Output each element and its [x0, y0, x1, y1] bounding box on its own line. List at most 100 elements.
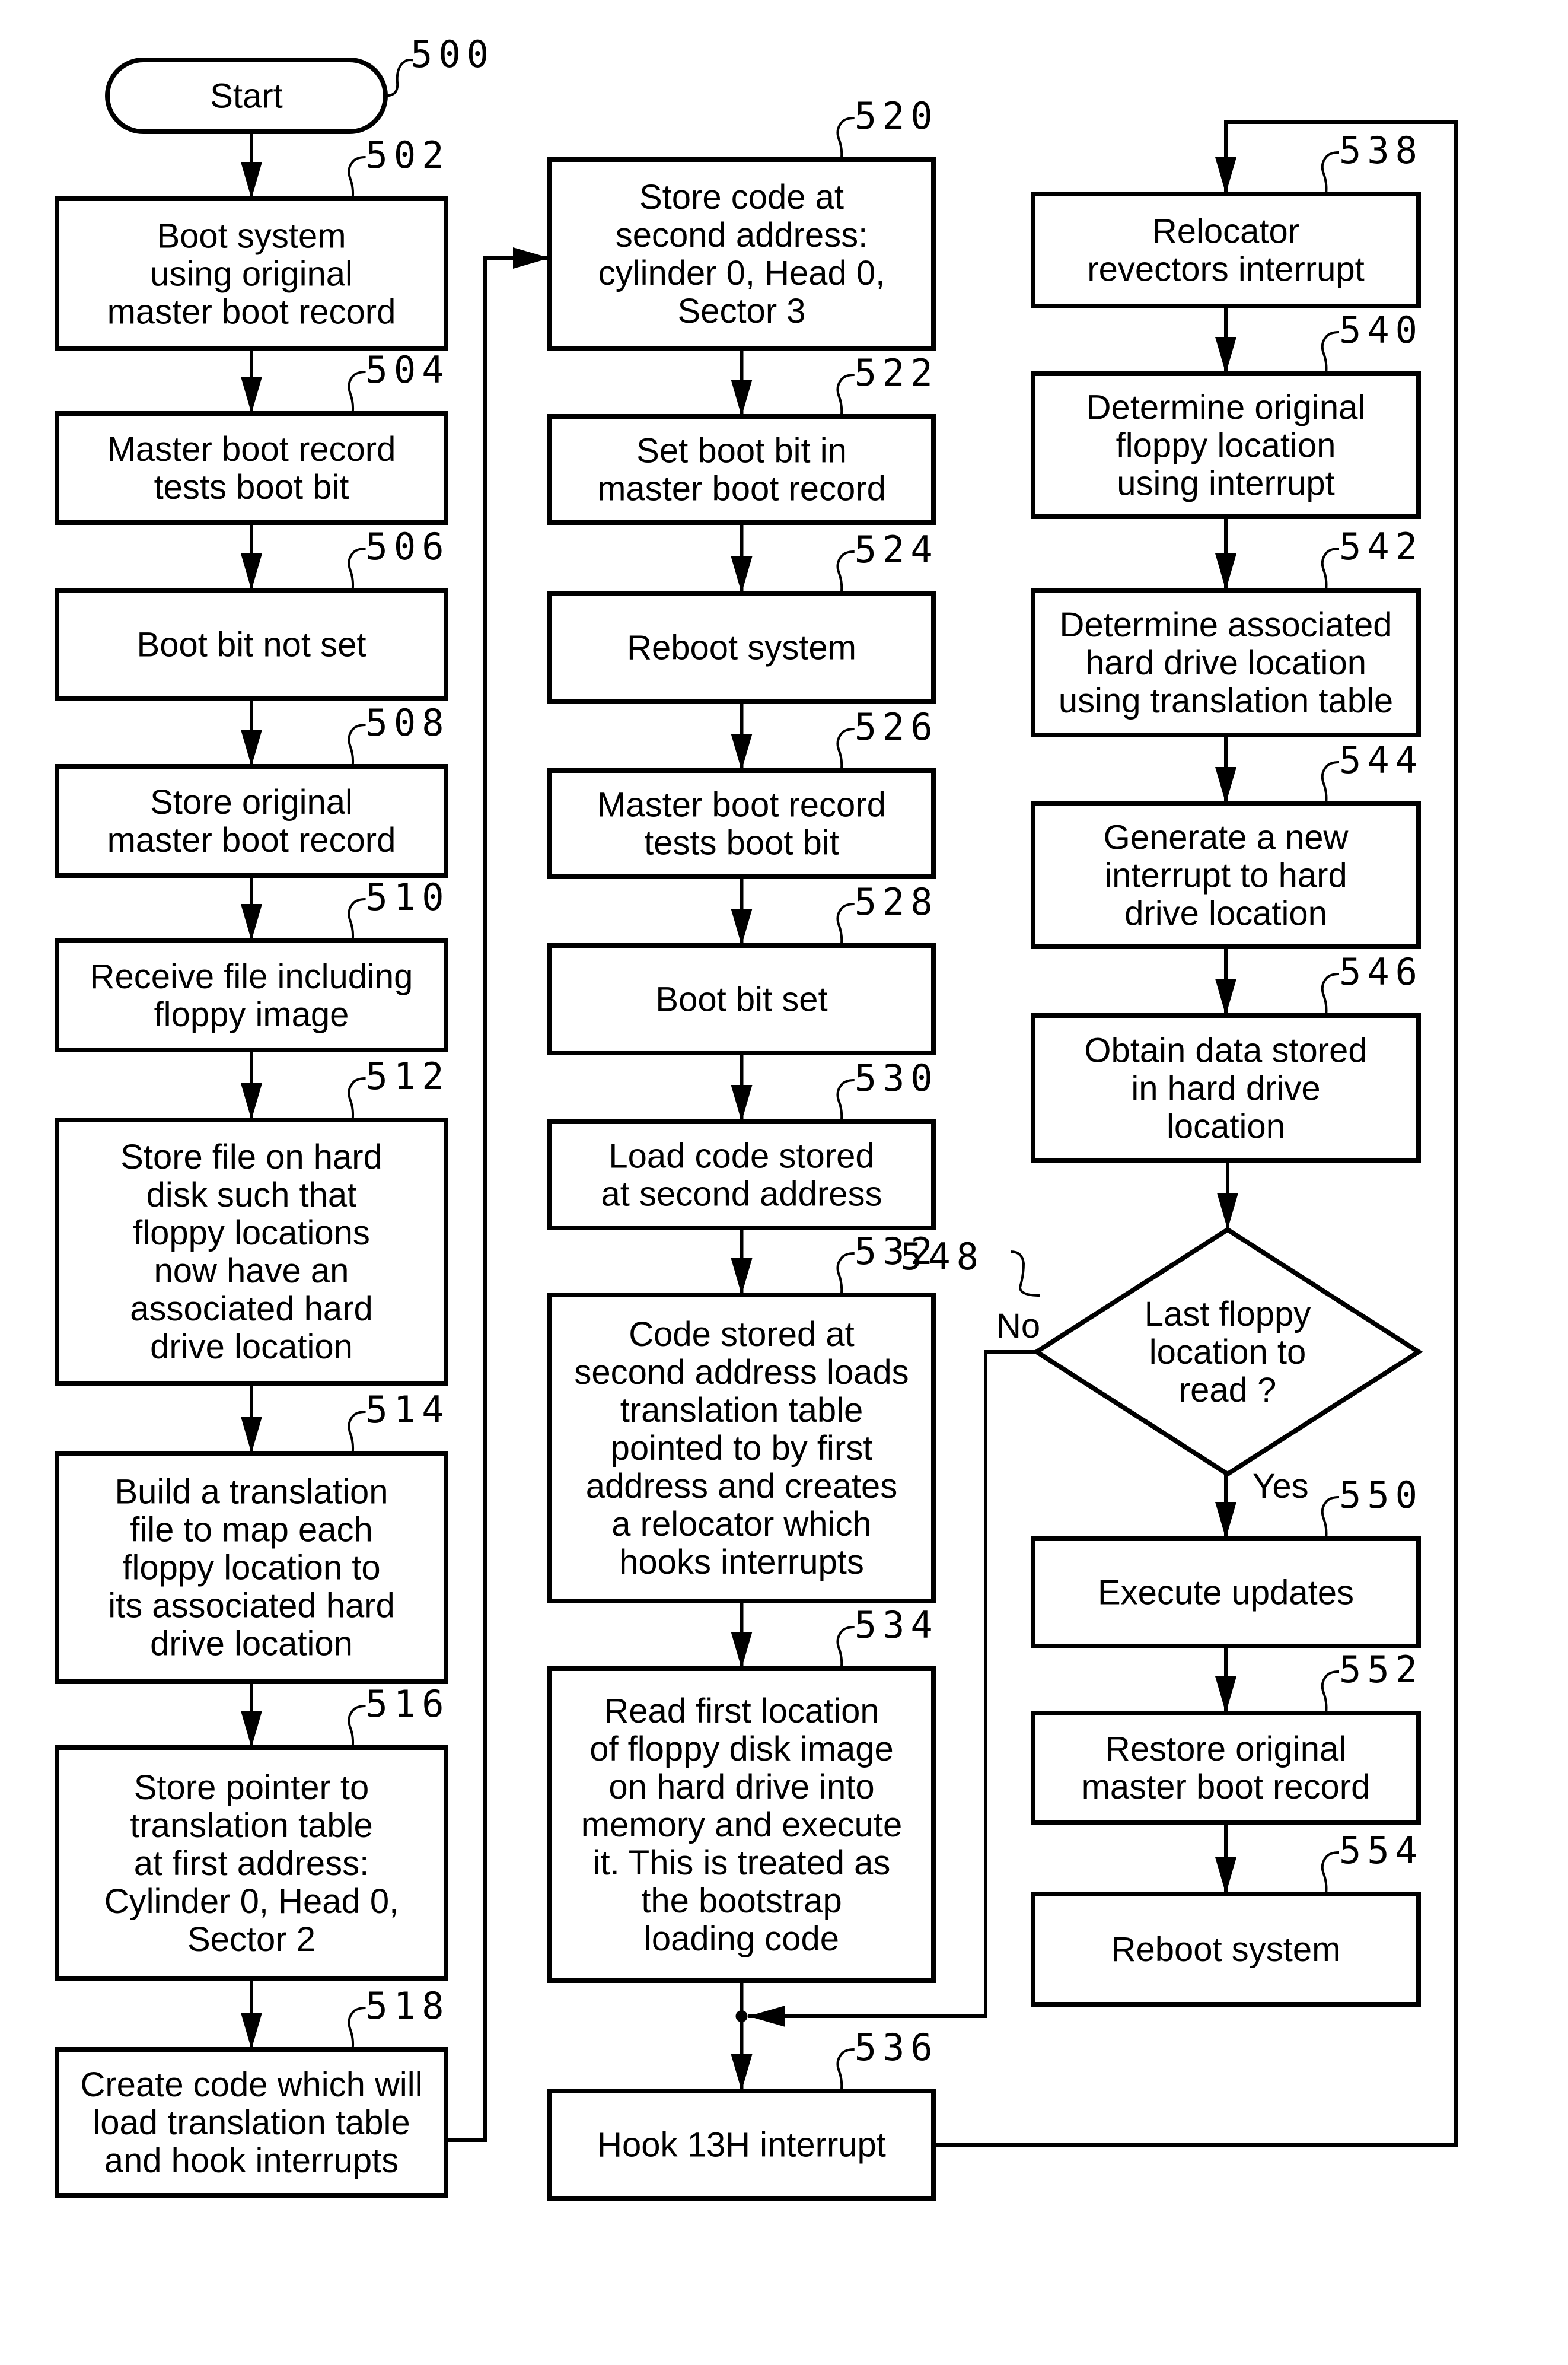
node-text-line: location: [1167, 1107, 1285, 1146]
arrowhead-down: [1215, 1502, 1236, 1539]
node-text-line: drive location: [1124, 895, 1327, 933]
node-text-line: Load code stored: [608, 1137, 874, 1176]
node-text-line: Boot bit set: [655, 981, 827, 1019]
arrowhead-down: [241, 730, 262, 766]
node-text-line: Sector 3: [678, 292, 806, 330]
reference-leader: [836, 1626, 855, 1669]
arrowhead-down: [1215, 767, 1236, 804]
reference-leader: [836, 903, 855, 946]
node-text-line: Read first location: [604, 1692, 879, 1730]
reference-leader: [1321, 973, 1340, 1016]
branch-label-yes: Yes: [1253, 1467, 1309, 1505]
arrowhead-down: [731, 1632, 753, 1669]
arrowhead-down: [1215, 337, 1236, 374]
reference-leader: [836, 2048, 855, 2092]
flowchart-node-506: Boot bit not set 506: [55, 525, 448, 701]
node-text-line: Obtain data stored: [1084, 1032, 1367, 1070]
reference-leader: [1010, 1250, 1041, 1297]
node-text-line: associated hard: [130, 1290, 372, 1328]
flowchart-node-504: Master boot recordtests boot bit 504: [55, 348, 448, 525]
node-text-line: using translation table: [1059, 682, 1393, 720]
arrowhead-left: [748, 2006, 785, 2027]
node-text-line: translation table: [620, 1391, 863, 1430]
reference-leader: [348, 371, 366, 414]
node-text-line: at first address:: [134, 1844, 369, 1883]
flowchart-canvas: Start500Boot systemusing originalmaster …: [55, 33, 1458, 2201]
reference-leader: [1321, 761, 1340, 804]
reference-leader: [348, 156, 366, 199]
node-text-line: on hard drive into: [608, 1768, 874, 1806]
flowchart-node-538: Relocatorrevectors interrupt 538: [1031, 129, 1421, 308]
reference-leader: [1321, 1851, 1340, 1895]
node-text-line: now have an: [154, 1252, 349, 1290]
reference-leader: [348, 724, 366, 767]
node-text-line: Boot system: [157, 217, 346, 256]
reference-number: 524: [855, 528, 939, 571]
flowchart-node-526: Master boot recordtests boot bit 526: [547, 705, 936, 879]
arrowhead-down: [1217, 1193, 1238, 1230]
node-text-line: cylinder 0, Head 0,: [598, 254, 885, 292]
node-text-line: Set boot bit in: [636, 432, 847, 470]
flowchart-node-552: Restore originalmaster boot record 552: [1031, 1648, 1421, 1825]
node-text-line: pointed to by first: [611, 1429, 873, 1468]
arrowhead-down: [1215, 553, 1236, 590]
node-text-line: Store pointer to: [134, 1768, 369, 1807]
node-text-line: Reboot system: [627, 629, 856, 667]
flowchart-node-510: Receive file includingfloppy image 510: [55, 876, 448, 1052]
node-text-line: Hook 13H interrupt: [597, 2126, 886, 2165]
arrowhead-down: [731, 909, 753, 946]
reference-leader: [1321, 1496, 1340, 1539]
reference-number: 520: [855, 94, 939, 138]
node-text-line: master boot record: [107, 293, 396, 332]
arrowhead-down: [241, 904, 262, 941]
node-text-line: its associated hard: [108, 1587, 395, 1625]
reference-number: 530: [855, 1056, 939, 1100]
arrowhead-down: [731, 380, 753, 416]
node-text-line: Restore original: [1105, 1730, 1346, 1768]
reference-leader: [348, 548, 366, 591]
reference-leader: [348, 1411, 366, 1454]
flowchart-node-530: Load code storedat second address 530: [547, 1056, 939, 1230]
arrowhead-down: [241, 553, 262, 590]
node-text-line: Last floppy: [1145, 1295, 1311, 1333]
arrowhead-down: [731, 1085, 753, 1122]
node-text-line: Create code which will: [80, 2065, 422, 2104]
reference-number: 550: [1339, 1473, 1423, 1517]
node-text-line: load translation table: [93, 2103, 410, 2142]
node-text-line: using interrupt: [1117, 464, 1335, 503]
reference-number: 516: [366, 1682, 450, 1726]
flowchart-node-508: Store originalmaster boot record 508: [55, 701, 450, 878]
arrowhead-down: [241, 377, 262, 413]
arrowhead-down: [241, 2013, 262, 2049]
reference-number: 522: [855, 351, 939, 394]
flowchart-node-524: Reboot system 524: [547, 528, 939, 704]
node-text-line: Determine original: [1086, 389, 1366, 427]
node-text-line: Relocator: [1152, 212, 1299, 251]
reference-leader: [348, 1077, 366, 1121]
arrowhead-down: [241, 1083, 262, 1120]
node-text-line: Master boot record: [597, 786, 886, 825]
node-text-line: hooks interrupts: [619, 1543, 864, 1581]
node-text-line: Build a translation: [114, 1473, 388, 1511]
arrowhead-down: [1215, 1676, 1236, 1713]
arrowhead-down: [241, 162, 262, 199]
reference-number: 546: [1339, 950, 1423, 994]
node-text-line: master boot record: [597, 470, 886, 508]
node-text-line: Execute updates: [1098, 1574, 1354, 1612]
node-text-line: read ?: [1179, 1371, 1276, 1409]
reference-leader: [836, 374, 855, 417]
arrowhead-down: [241, 1711, 262, 1748]
node-text-line: using original: [150, 255, 353, 294]
node-text-line: memory and execute: [581, 1806, 903, 1844]
node-text-line: translation table: [130, 1806, 372, 1845]
arrowhead-down: [1215, 979, 1236, 1016]
reference-number: 508: [366, 701, 450, 744]
node-text-line: interrupt to hard: [1104, 857, 1347, 895]
arrowhead-down: [1215, 157, 1236, 194]
arrowhead-down: [731, 1258, 753, 1295]
node-text-line: Receive file including: [90, 957, 413, 996]
edge-518-to-520: [446, 256, 550, 2142]
reference-leader: [836, 1252, 855, 1296]
node-text-line: floppy image: [154, 995, 349, 1034]
arrowhead-down: [731, 734, 753, 771]
